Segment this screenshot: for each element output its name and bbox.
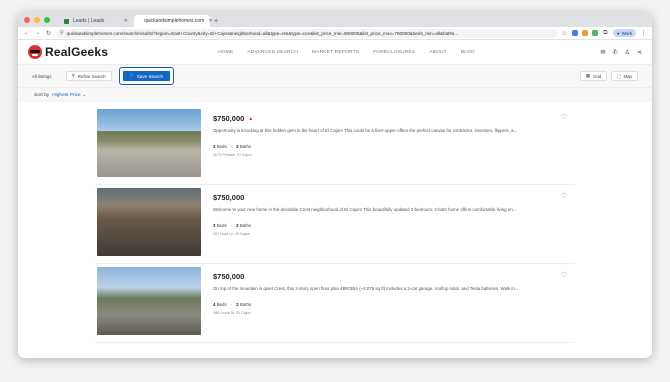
browser-window: Leads | Leads ✕ quickandsimplehomes.com … xyxy=(18,12,652,358)
address-bar: ← → ↻ ⚲ quickandsimplehomes.com/search/r… xyxy=(18,27,652,40)
baths-count: 2 xyxy=(236,302,239,307)
profile-button[interactable]: ● Work xyxy=(612,29,636,37)
listing-info: $750,000 ♡ Welcome to your new home in t… xyxy=(213,188,569,260)
listing-photo[interactable] xyxy=(97,267,201,335)
site-info-icon[interactable]: ⚲ xyxy=(60,30,64,36)
favicon-icon xyxy=(64,18,69,24)
nav-home[interactable]: HOME xyxy=(218,50,233,55)
maximize-window-button[interactable] xyxy=(44,16,50,23)
tab-bar: Leads | Leads ✕ quickandsimplehomes.com … xyxy=(18,12,652,27)
save-search-highlight: ♡ Save Search xyxy=(118,67,175,85)
baths-count: 2 xyxy=(236,223,239,228)
listing-photo[interactable] xyxy=(97,188,201,256)
save-search-button[interactable]: ♡ Save Search xyxy=(122,71,171,81)
listing-card[interactable]: $750,000 ♡ Welcome to your new home in t… xyxy=(95,185,575,264)
close-icon[interactable]: ✕ xyxy=(208,18,212,24)
sort-row: Sort by Highest Price ⌄ xyxy=(18,88,652,102)
minimize-window-button[interactable] xyxy=(34,16,40,23)
listing-specs: 4 Beds · 2 Baths xyxy=(213,302,252,307)
tab-title: Leads | Leads xyxy=(73,18,105,24)
sort-label: Sort by xyxy=(34,92,50,98)
listing-info: $750,000 ♡ On top of the mountain in qui… xyxy=(213,267,569,339)
listing-description: Welcome to your new home in the desirabl… xyxy=(213,207,517,212)
reload-icon[interactable]: ↻ xyxy=(45,30,52,37)
listing-address: 186 Linda St, El Cajon xyxy=(213,311,251,315)
grid-view-button[interactable]: ▦ Grid xyxy=(579,71,608,81)
listing-results: $750,000 ▲ ♡ Opportunity is knocking at … xyxy=(95,102,575,343)
bookmark-star-icon[interactable]: ☆ xyxy=(561,30,568,37)
site-header: RealGeeks HOME ADVANCED SEARCH MARKET RE… xyxy=(18,40,652,64)
menu-kebab-icon[interactable]: ⋮ xyxy=(640,30,647,37)
extension-icon[interactable] xyxy=(571,30,578,36)
back-icon[interactable]: ← xyxy=(23,30,30,36)
nav-foreclosures[interactable]: FORECLOSURES xyxy=(373,50,415,55)
refine-search-button[interactable]: ⚲ Refine Search xyxy=(65,71,112,81)
beds-count: 3 xyxy=(213,144,216,149)
mail-icon[interactable]: ✉ xyxy=(601,49,606,56)
listing-info: $750,000 ▲ ♡ Opportunity is knocking at … xyxy=(213,109,569,181)
logo-mascot-icon xyxy=(28,45,42,59)
listing-photo[interactable] xyxy=(97,109,201,177)
beds-count: 3 xyxy=(213,223,216,228)
extensions-puzzle-icon[interactable]: ⧉ xyxy=(602,30,609,37)
nav-advanced-search[interactable]: ADVANCED SEARCH xyxy=(247,50,298,55)
listing-specs: 3 Beds · 2 Baths xyxy=(213,223,252,228)
user-icon[interactable]: ♙ xyxy=(625,49,630,56)
price-up-icon: ▲ xyxy=(248,115,254,122)
grid-icon: ▦ xyxy=(585,73,591,78)
heart-icon: ♡ xyxy=(129,73,134,78)
filter-bar: All listings ⚲ Refine Search ♡ Save Sear… xyxy=(18,64,652,88)
listing-description: On top of the mountain in quiet Crest, t… xyxy=(213,286,519,291)
listing-price: $750,000 xyxy=(213,272,245,281)
url-input[interactable]: ⚲ quickandsimplehomes.com/search/results… xyxy=(56,28,557,38)
baths-count: 2 xyxy=(236,144,239,149)
tab-title: quickandsimplehomes.com xyxy=(144,18,205,24)
browser-tab-quickandsimplehomes[interactable]: quickandsimplehomes.com ✕ xyxy=(134,15,213,27)
listing-price: $750,000 xyxy=(213,193,245,202)
listing-price: $750,000 xyxy=(213,114,245,123)
listing-address: 1173 Pelham, El Cajon xyxy=(213,153,252,157)
favorite-heart-icon[interactable]: ♡ xyxy=(561,271,567,279)
main-nav: HOME ADVANCED SEARCH MARKET REPORTS FORE… xyxy=(218,50,475,55)
profile-avatar-icon: ● xyxy=(616,30,620,36)
site-logo[interactable]: RealGeeks xyxy=(28,45,108,59)
extension-icon[interactable] xyxy=(581,30,588,36)
browser-tab-leads[interactable]: Leads | Leads ✕ xyxy=(58,15,134,27)
logo-text: RealGeeks xyxy=(45,45,109,59)
sort-select[interactable]: Highest Price ⌄ xyxy=(52,93,86,98)
map-icon: ⛶ xyxy=(617,73,621,79)
nav-market-reports[interactable]: MARKET REPORTS xyxy=(312,50,359,55)
listing-card[interactable]: $750,000 ♡ On top of the mountain in qui… xyxy=(95,264,575,343)
share-icon[interactable]: ⋖ xyxy=(637,49,642,56)
listing-address: 101 Noel Ln, El Cajon xyxy=(213,232,250,236)
view-toggle: ▦ Grid ⛶ Map xyxy=(579,71,638,81)
map-view-button[interactable]: ⛶ Map xyxy=(611,71,638,81)
nav-blog[interactable]: BLOG xyxy=(461,50,475,55)
phone-icon[interactable]: ✆ xyxy=(613,49,618,56)
url-text: quickandsimplehomes.com/search/results/?… xyxy=(66,30,459,36)
beds-count: 4 xyxy=(213,302,216,307)
favorite-heart-icon[interactable]: ♡ xyxy=(561,113,567,121)
new-tab-button[interactable]: + xyxy=(214,15,218,27)
chevron-down-icon: ⌄ xyxy=(82,92,87,98)
extension-icon[interactable] xyxy=(591,30,598,36)
header-actions: ✉ ✆ ♙ ⋖ xyxy=(601,49,642,56)
close-window-button[interactable] xyxy=(24,16,30,23)
listing-specs: 3 Beds · 2 Baths xyxy=(213,144,252,149)
close-icon[interactable]: ✕ xyxy=(124,18,128,24)
search-icon: ⚲ xyxy=(71,73,75,78)
nav-about[interactable]: ABOUT xyxy=(429,50,447,55)
listing-card[interactable]: $750,000 ▲ ♡ Opportunity is knocking at … xyxy=(95,106,575,185)
favorite-heart-icon[interactable]: ♡ xyxy=(561,192,567,200)
window-controls xyxy=(24,12,50,27)
forward-icon[interactable]: → xyxy=(34,30,41,36)
listing-description: Opportunity is knocking at this hidden g… xyxy=(213,128,518,133)
all-listings-link[interactable]: All listings xyxy=(32,74,52,79)
